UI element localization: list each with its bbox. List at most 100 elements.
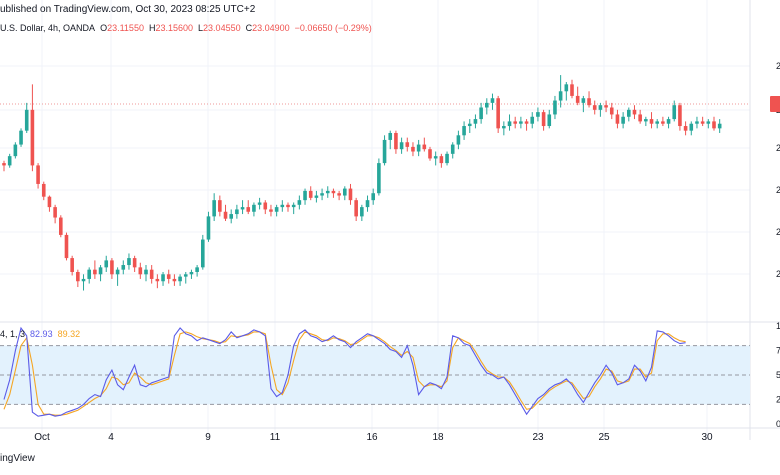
candle-up: [201, 239, 205, 268]
candle-down: [218, 200, 222, 212]
candle-down: [331, 190, 336, 194]
price-axis-tick-label: 2: [776, 269, 780, 279]
candle-up: [519, 121, 523, 124]
time-axis-tick-label: Oct: [34, 432, 50, 443]
candle-up: [280, 204, 285, 208]
candle-down: [263, 202, 268, 210]
candle-up: [377, 163, 381, 194]
candle-down: [41, 183, 46, 197]
candle-up: [530, 116, 535, 124]
candle-up: [144, 269, 148, 275]
candle-up: [462, 126, 466, 136]
price-legend: U.S. Dollar, 4h, OANDA O23.11550 H23.156…: [0, 23, 372, 33]
candle-up: [666, 119, 671, 124]
candle-up: [502, 126, 506, 129]
time-axis-tick-label: 23: [532, 432, 544, 443]
candle-up: [98, 267, 103, 275]
candle-up: [115, 269, 120, 275]
price-axis-tick-label: 2: [776, 143, 780, 153]
candle-up: [257, 202, 262, 205]
candle-up: [382, 139, 387, 164]
candle-up: [303, 190, 307, 201]
candle-down: [93, 269, 97, 275]
candle-down: [172, 278, 177, 282]
oscillator-axis-tick-label: 5: [776, 370, 780, 380]
candle-down: [166, 274, 171, 279]
candle-down: [36, 165, 40, 184]
candle-down: [422, 144, 427, 150]
candle-up: [553, 100, 557, 115]
candle-up: [558, 91, 563, 101]
candle-up: [104, 260, 109, 268]
candle-down: [308, 190, 313, 198]
candle-down: [337, 193, 341, 196]
candle-down: [678, 105, 682, 127]
candle-up: [547, 114, 552, 127]
candle-down: [700, 121, 705, 124]
candle-up: [212, 200, 216, 217]
candle-up: [206, 216, 211, 240]
oscillator-axis-tick-label: 7: [776, 346, 780, 356]
candle-up: [416, 144, 421, 152]
candle-up: [536, 112, 540, 117]
candle-up: [178, 276, 182, 282]
candle-up: [7, 156, 12, 166]
candle-up: [365, 200, 370, 208]
candle-up: [87, 269, 91, 279]
time-axis-tick-label: 11: [270, 432, 281, 443]
candle-up: [24, 109, 29, 131]
candle-down: [683, 126, 688, 131]
price-axis-tick-label: 2: [776, 227, 780, 237]
time-axis-tick-label: 16: [366, 432, 378, 443]
candle-up: [450, 144, 455, 154]
change-value: −0.06650 (−0.29%): [294, 23, 372, 33]
oscillator-axis-tick-label: 1: [776, 321, 780, 331]
candle-down: [428, 149, 432, 159]
candle-down: [638, 114, 642, 122]
candle-up: [564, 84, 569, 92]
oscillator-axis-tick-label: 0: [776, 419, 780, 429]
candle-up: [274, 207, 279, 212]
candle-up: [189, 271, 194, 275]
candle-up: [689, 123, 694, 131]
candle-down: [138, 267, 143, 275]
low-value: 23.04550: [203, 23, 241, 33]
candle-up: [581, 98, 586, 103]
high-value: 23.15600: [155, 23, 194, 33]
candle-up: [456, 135, 461, 145]
close-value: 23.04900: [252, 23, 290, 33]
candle-down: [354, 200, 358, 217]
oscillator-legend: 4, 1, 3 82.93 89.32: [0, 329, 80, 339]
candle-up: [507, 121, 512, 127]
candle-up: [297, 200, 302, 205]
candle-up: [598, 105, 603, 110]
open-value: 23.11550: [107, 23, 144, 33]
candle-down: [524, 121, 529, 124]
candle-up: [19, 130, 23, 145]
price-axis-tick-label: 2: [776, 61, 780, 71]
candles-group: [2, 75, 722, 291]
candle-down: [149, 269, 154, 279]
candle-down: [223, 211, 228, 219]
time-axis-tick-label: 30: [701, 432, 713, 443]
candle-down: [64, 234, 69, 259]
candle-down: [155, 278, 160, 282]
candle-down: [592, 105, 597, 110]
candle-down: [132, 258, 137, 268]
candle-up: [325, 190, 330, 194]
candle-down: [348, 188, 353, 201]
candle-down: [47, 196, 52, 208]
time-axis-tick-label: 25: [598, 432, 610, 443]
chart-root: 22222217520Oct49111618232530: [0, 0, 780, 470]
candle-up: [621, 116, 625, 124]
candle-up: [467, 123, 472, 127]
candle-up: [360, 207, 364, 217]
candle-down: [496, 98, 500, 129]
candle-up: [291, 204, 296, 208]
candle-up: [706, 121, 711, 124]
price-axis-tick-label: 2: [776, 185, 780, 195]
candle-up: [240, 207, 245, 210]
symbol-label: U.S. Dollar, 4h, OANDA: [0, 23, 96, 33]
candle-down: [2, 163, 6, 166]
time-axis-tick-label: 18: [432, 432, 444, 443]
